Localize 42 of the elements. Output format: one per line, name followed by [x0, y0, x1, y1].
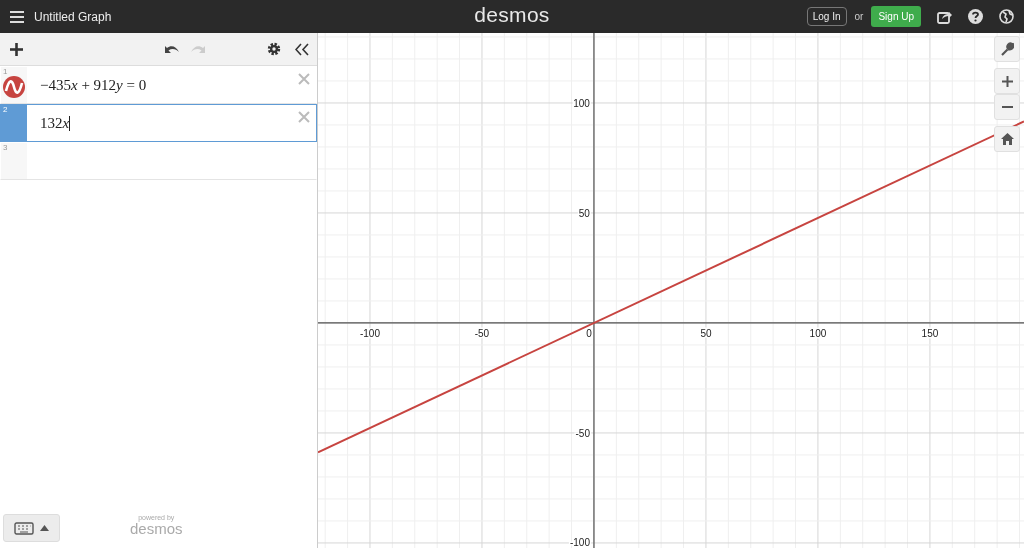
menu-icon[interactable]: [10, 10, 24, 23]
line-number: 3: [3, 143, 8, 152]
caret-up-icon: [40, 525, 49, 531]
x-tick-label: -100: [359, 327, 380, 339]
graph-color-icon[interactable]: [3, 76, 25, 98]
x-tick-label: -50: [474, 327, 490, 339]
x-tick-label: 0: [586, 327, 592, 339]
line-number: 1: [3, 67, 8, 76]
globe-icon[interactable]: [999, 9, 1014, 24]
keyboard-button[interactable]: [3, 514, 60, 542]
settings-wrench-button[interactable]: [994, 36, 1020, 62]
add-icon[interactable]: [10, 42, 23, 56]
zoom-in-button[interactable]: [994, 68, 1020, 94]
log-in-button[interactable]: Log In: [806, 7, 847, 26]
expression-input[interactable]: −435x + 912y = 0: [40, 76, 147, 94]
settings-icon[interactable]: [267, 42, 281, 56]
collapse-icon[interactable]: [295, 42, 309, 56]
line-number: 2: [3, 105, 8, 114]
x-tick-label: 50: [700, 327, 712, 339]
x-tick-label: 100: [809, 327, 827, 339]
share-icon[interactable]: [937, 9, 952, 24]
plus-icon: [1001, 75, 1013, 87]
graph-title[interactable]: Untitled Graph: [34, 9, 112, 24]
y-tick-label: 50: [578, 207, 590, 219]
home-icon: [1000, 133, 1014, 145]
y-tick-label: -50: [575, 427, 590, 439]
desmos-footer-logo: desmos: [130, 521, 183, 536]
zoom-out-button[interactable]: [994, 94, 1020, 120]
or-text: or: [854, 11, 864, 22]
expression-row[interactable]: 1 −435x + 912y = 0: [0, 66, 317, 104]
expression-row[interactable]: 2 132x: [0, 104, 317, 142]
keyboard-icon: [14, 521, 34, 535]
undo-icon[interactable]: [164, 44, 180, 54]
home-button[interactable]: [994, 126, 1020, 152]
help-icon[interactable]: [968, 9, 983, 24]
y-tick-label: -100: [569, 537, 590, 548]
minus-icon: [1001, 106, 1013, 108]
graph-canvas[interactable]: -100 -50 0 50 100 150 -100 -50 50 100: [318, 33, 1024, 548]
x-tick-label: 150: [921, 327, 939, 339]
y-tick-label: 100: [573, 97, 590, 109]
desmos-logo: desmos: [474, 3, 550, 27]
expression-input[interactable]: 132x: [40, 114, 70, 132]
